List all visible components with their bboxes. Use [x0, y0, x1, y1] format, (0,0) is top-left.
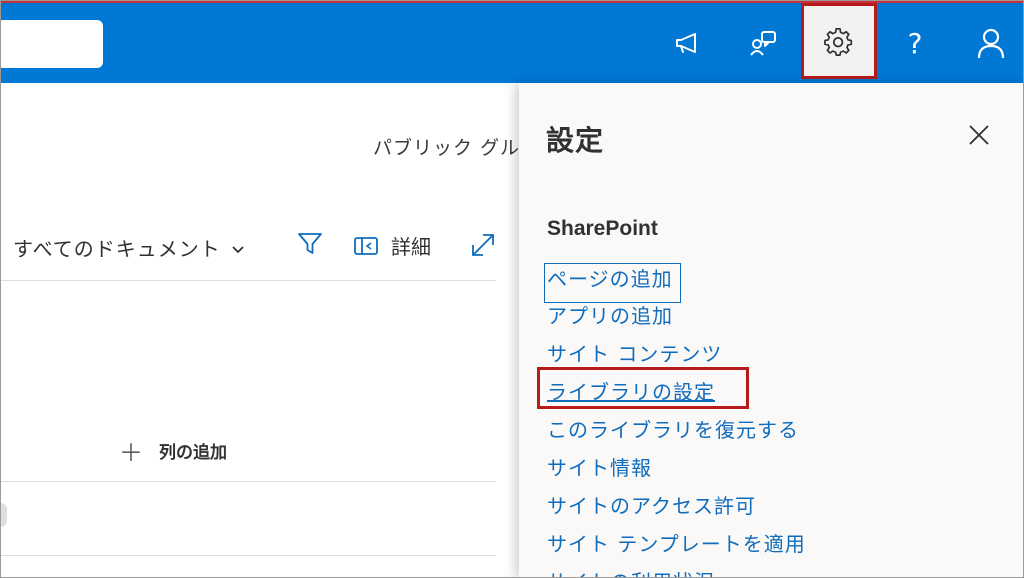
divider [1, 280, 496, 281]
add-column-button[interactable]: ＋ 列の追加 [119, 433, 227, 468]
settings-title: 設定 [546, 124, 605, 157]
people-switch-icon[interactable] [739, 19, 787, 67]
search-box[interactable] [1, 20, 103, 68]
gear-icon[interactable] [815, 19, 863, 67]
megaphone-icon[interactable] [663, 19, 711, 67]
settings-link-restore-library[interactable]: このライブラリを復元する [547, 416, 799, 444]
settings-panel: 設定 SharePoint ページの追加 アプリの追加 サイト コンテンツ ライ… [519, 83, 1023, 577]
settings-link-site-contents[interactable]: サイト コンテンツ [547, 340, 722, 368]
row-selector[interactable] [1, 503, 7, 527]
divider [1, 555, 496, 556]
settings-link-library-settings[interactable]: ライブラリの設定 [547, 378, 715, 406]
view-selector-label: すべてのドキュメント [13, 237, 221, 261]
document-library-pane: パブリック グル すべてのドキュメント 詳細 ＋ 列の追加 [1, 83, 521, 577]
help-icon[interactable]: ? [891, 19, 939, 67]
view-selector[interactable]: すべてのドキュメント [13, 233, 245, 262]
settings-link-site-information[interactable]: サイト情報 [547, 454, 652, 482]
sharepoint-section-heading: SharePoint [547, 217, 658, 240]
person-icon[interactable] [967, 19, 1015, 67]
filter-icon[interactable] [296, 231, 324, 261]
settings-link-apply-site-template[interactable]: サイト テンプレートを適用 [547, 530, 806, 558]
divider [1, 481, 496, 482]
settings-link-add-app[interactable]: アプリの追加 [547, 302, 673, 330]
add-column-label: 列の追加 [159, 443, 227, 463]
details-button[interactable]: 詳細 [353, 231, 431, 260]
plus-icon: ＋ [119, 439, 143, 467]
settings-link-site-permissions[interactable]: サイトのアクセス許可 [547, 492, 756, 520]
close-icon[interactable] [965, 121, 993, 149]
suite-header: ? [1, 1, 1023, 83]
settings-link-add-page[interactable]: ページの追加 [547, 265, 673, 293]
group-privacy-label: パブリック グル [373, 137, 521, 159]
details-label: 詳細 [391, 235, 431, 259]
app-window: ? パブリック グル すべてのドキュメント 詳細 ＋ 列の追加 設定 Share… [0, 0, 1024, 578]
expand-icon[interactable] [469, 231, 497, 263]
details-pane-icon [354, 236, 378, 255]
settings-link-site-usage[interactable]: サイトの利用状況 [547, 568, 715, 577]
chevron-down-icon [231, 236, 245, 260]
